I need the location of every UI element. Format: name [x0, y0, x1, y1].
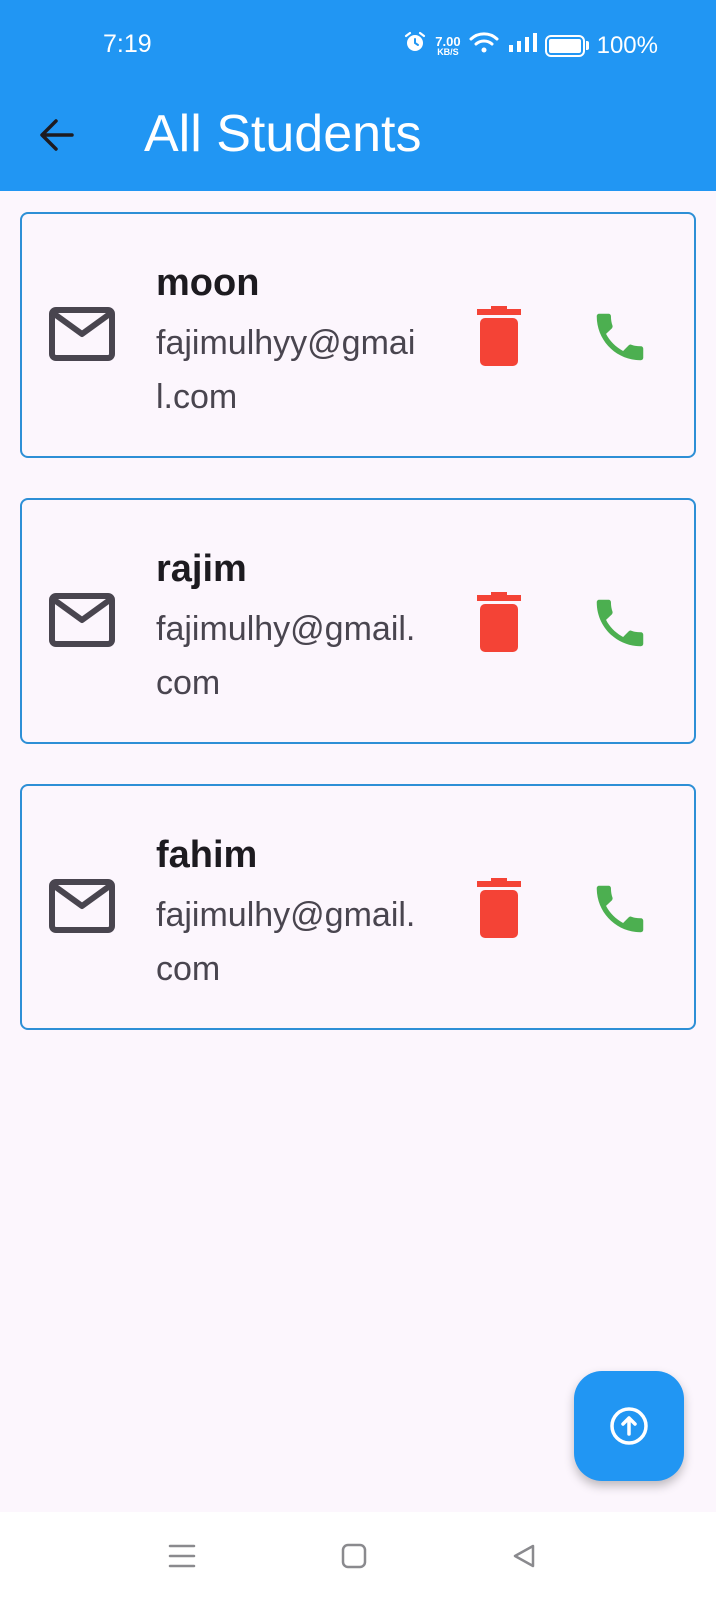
network-speed-value: 7.00 [435, 33, 461, 49]
delete-icon[interactable] [475, 306, 523, 366]
battery-icon [544, 34, 589, 57]
student-email: fajimulhyy@gmail.com [156, 324, 416, 416]
arrow-back-icon [40, 119, 74, 151]
phone-icon[interactable] [588, 592, 652, 654]
system-nav-bar [0, 1512, 716, 1600]
mail-icon [49, 879, 115, 933]
student-name: rajim [156, 548, 247, 590]
student-email: fajimulhy@gmail.com [156, 610, 416, 702]
student-card: fahim fajimulhy@gmail.com [20, 784, 696, 1030]
signal-icon [507, 30, 537, 61]
nav-back-button[interactable] [502, 1534, 546, 1578]
student-card: rajim fajimulhy@gmail.com [20, 498, 696, 744]
app-bar: 7:19 7.00 KB/S 100% All Students [0, 0, 716, 191]
back-button[interactable] [32, 110, 82, 160]
alarm-icon [403, 30, 427, 61]
upload-fab[interactable] [574, 1371, 684, 1481]
status-time: 7:19 [103, 30, 152, 58]
upload-icon [610, 1407, 648, 1445]
screen: 7:19 7.00 KB/S 100% All Students moon fa… [0, 0, 716, 1600]
nav-home-button[interactable] [332, 1534, 376, 1578]
phone-icon[interactable] [588, 878, 652, 940]
wifi-icon [469, 30, 499, 61]
delete-icon[interactable] [475, 878, 523, 938]
mail-icon [49, 593, 115, 647]
status-icons: 7.00 KB/S 100% [403, 30, 658, 61]
student-name: fahim [156, 834, 258, 876]
delete-icon[interactable] [475, 592, 523, 652]
menu-icon [168, 1544, 196, 1568]
student-card: moon fajimulhyy@gmail.com [20, 212, 696, 458]
network-speed: 7.00 KB/S [435, 35, 460, 57]
nav-menu-button[interactable] [160, 1534, 204, 1578]
page-title: All Students [144, 105, 422, 163]
home-icon [341, 1543, 367, 1569]
mail-icon [49, 307, 115, 361]
battery-percent: 100% [596, 31, 658, 59]
phone-icon[interactable] [588, 306, 652, 368]
network-speed-unit: KB/S [437, 46, 459, 57]
back-icon [513, 1544, 535, 1568]
student-email: fajimulhy@gmail.com [156, 896, 416, 988]
student-name: moon [156, 262, 260, 304]
